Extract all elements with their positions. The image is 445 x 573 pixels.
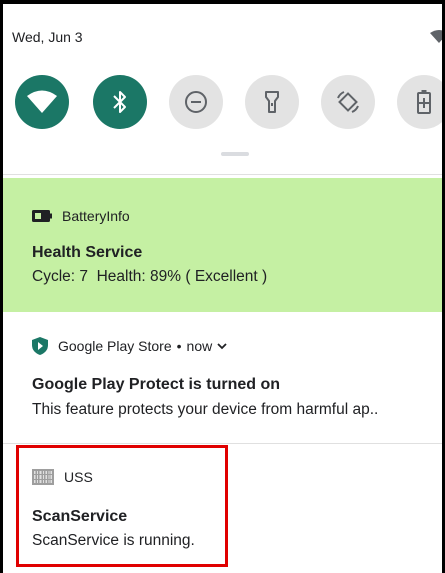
rotate-icon bbox=[335, 89, 361, 115]
tile-auto-rotate[interactable] bbox=[321, 75, 375, 129]
status-date: Wed, Jun 3 bbox=[12, 29, 83, 45]
notification-header: Google Play Store • now bbox=[32, 337, 227, 355]
tile-bluetooth[interactable] bbox=[93, 75, 147, 129]
minus-circle-icon bbox=[184, 90, 208, 114]
notification-text: This feature protects your device from h… bbox=[32, 401, 379, 418]
notification-title: Google Play Protect is turned on bbox=[32, 376, 281, 393]
barcode-icon bbox=[32, 469, 54, 485]
divider bbox=[3, 174, 442, 175]
battery-icon bbox=[32, 210, 52, 222]
notification-header: BatteryInfo bbox=[32, 208, 130, 224]
bluetooth-icon bbox=[112, 90, 128, 114]
quick-settings-tiles bbox=[15, 75, 442, 131]
tile-do-not-disturb[interactable] bbox=[169, 75, 223, 129]
meta-separator: • bbox=[176, 338, 182, 354]
app-name: USS bbox=[64, 469, 93, 485]
tile-flashlight[interactable] bbox=[245, 75, 299, 129]
battery-plus-icon bbox=[416, 89, 432, 115]
notification-time: now bbox=[186, 338, 213, 354]
notification-shade: Wed, Jun 3 BatteryInfo Health Service Cy… bbox=[0, 0, 445, 573]
app-name: Google Play Store bbox=[58, 338, 172, 354]
chevron-down-icon[interactable] bbox=[217, 342, 227, 350]
expand-handle[interactable] bbox=[221, 152, 249, 156]
notification-play-protect[interactable]: Google Play Store • now Google Play Prot… bbox=[3, 313, 442, 444]
tile-battery-saver[interactable] bbox=[397, 75, 442, 129]
wifi-icon bbox=[430, 30, 442, 44]
notification-text: ScanService is running. bbox=[32, 532, 195, 549]
notification-uss[interactable]: USS ScanService ScanService is running. bbox=[3, 445, 442, 573]
play-protect-shield-icon bbox=[32, 337, 48, 355]
notification-title: ScanService bbox=[32, 508, 128, 525]
quick-settings-panel: Wed, Jun 3 bbox=[3, 4, 442, 174]
notification-text: Cycle: 7 Health: 89% ( Excellent ) bbox=[32, 268, 268, 285]
notification-title: Health Service bbox=[32, 244, 143, 261]
app-name: BatteryInfo bbox=[62, 208, 130, 224]
tile-wifi[interactable] bbox=[15, 75, 69, 129]
notification-batteryinfo[interactable]: BatteryInfo Health Service Cycle: 7 Heal… bbox=[3, 178, 442, 312]
wifi-icon bbox=[27, 90, 57, 114]
flashlight-icon bbox=[264, 90, 280, 114]
notification-header: USS bbox=[32, 469, 93, 485]
